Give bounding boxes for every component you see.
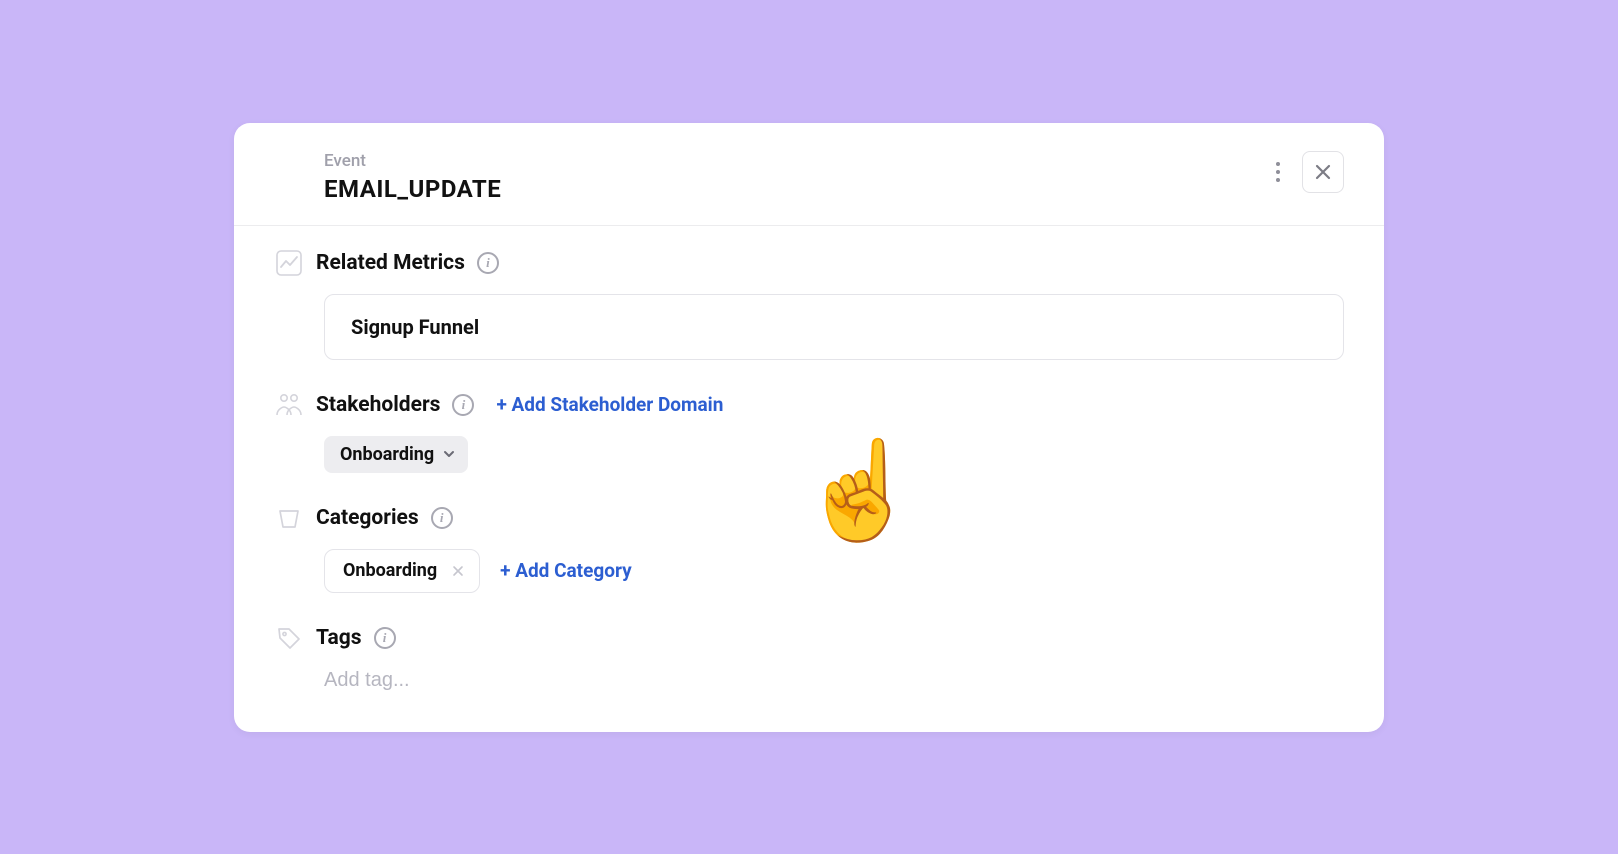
add-category-button[interactable]: + Add Category xyxy=(500,559,632,582)
chart-icon xyxy=(274,248,304,278)
close-button[interactable] xyxy=(1302,151,1344,193)
category-chip-label: Onboarding xyxy=(343,560,437,581)
metric-item[interactable]: Signup Funnel xyxy=(324,294,1344,360)
metrics-title: Related Metrics xyxy=(316,251,465,275)
section-tags: Tags i xyxy=(274,623,1344,692)
event-title: EMAIL_UPDATE xyxy=(324,175,501,203)
section-head-stakeholders: Stakeholders i + Add Stakeholder Domain xyxy=(274,390,1344,420)
remove-category-icon[interactable] xyxy=(447,560,469,582)
info-icon[interactable]: i xyxy=(431,507,453,529)
stakeholder-chip[interactable]: Onboarding xyxy=(324,436,468,473)
section-head-metrics: Related Metrics i xyxy=(274,248,1344,278)
card-header: Event EMAIL_UPDATE xyxy=(234,123,1384,226)
info-icon[interactable]: i xyxy=(374,627,396,649)
tag-input[interactable] xyxy=(324,669,724,692)
info-icon[interactable]: i xyxy=(477,252,499,274)
section-related-metrics: Related Metrics i Signup Funnel xyxy=(274,248,1344,360)
section-head-categories: Categories i xyxy=(274,503,1344,533)
eyebrow-label: Event xyxy=(324,151,501,171)
section-categories: Categories i Onboarding + Add Category xyxy=(274,503,1344,593)
section-stakeholders: Stakeholders i + Add Stakeholder Domain … xyxy=(274,390,1344,473)
close-icon xyxy=(1315,164,1331,180)
header-titles: Event EMAIL_UPDATE xyxy=(324,151,501,203)
bucket-icon xyxy=(274,503,304,533)
metrics-list: Signup Funnel xyxy=(324,294,1344,360)
chevron-down-icon xyxy=(442,447,456,461)
info-icon[interactable]: i xyxy=(452,394,474,416)
category-chips-row: Onboarding + Add Category xyxy=(324,549,1344,593)
stakeholder-chip-label: Onboarding xyxy=(340,444,434,465)
header-actions xyxy=(1268,151,1344,193)
event-detail-card: Event EMAIL_UPDATE Related Metrics i xyxy=(234,123,1384,732)
more-options-icon[interactable] xyxy=(1268,156,1288,188)
card-body: Related Metrics i Signup Funnel Stakehol xyxy=(234,226,1384,732)
categories-title: Categories xyxy=(316,506,419,530)
category-chip: Onboarding xyxy=(324,549,480,593)
section-head-tags: Tags i xyxy=(274,623,1344,653)
tag-icon xyxy=(274,623,304,653)
tags-title: Tags xyxy=(316,626,362,650)
stakeholder-chips: Onboarding xyxy=(324,436,1344,473)
people-icon xyxy=(274,390,304,420)
add-stakeholder-button[interactable]: + Add Stakeholder Domain xyxy=(496,393,723,416)
stakeholders-title: Stakeholders xyxy=(316,393,440,417)
